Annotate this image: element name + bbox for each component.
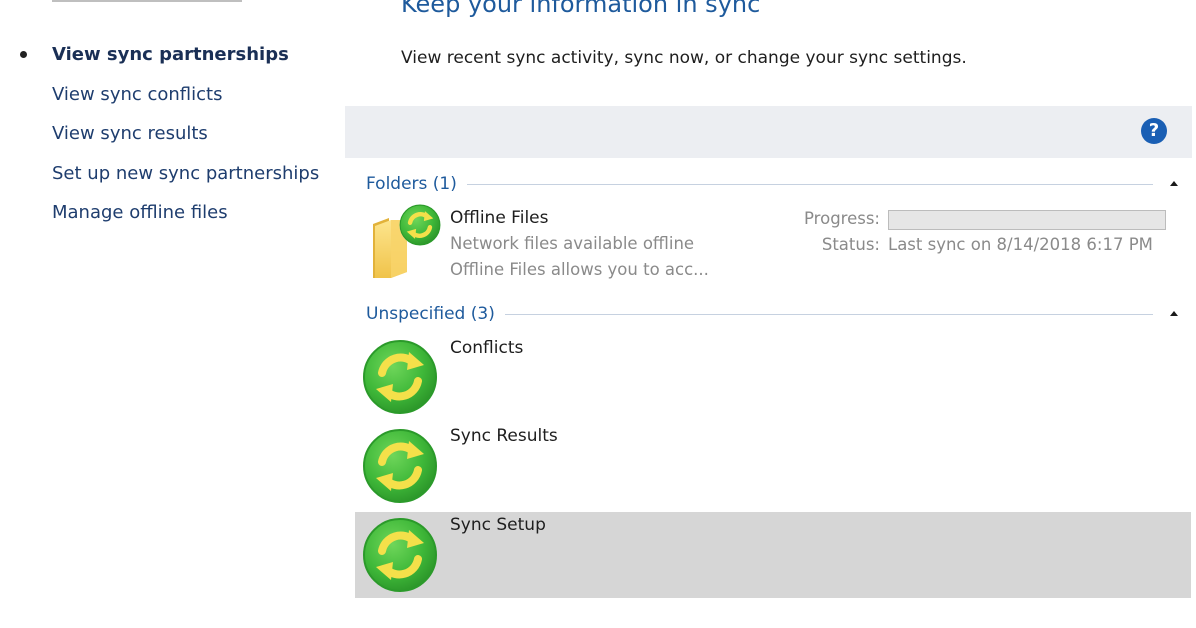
help-icon[interactable]: ? <box>1141 118 1167 144</box>
progress-label: Progress: <box>804 209 880 228</box>
command-bar: ? <box>345 106 1192 158</box>
nav-view-sync-partnerships[interactable]: View sync partnerships <box>0 41 319 81</box>
nav-label: Manage offline files <box>52 202 228 223</box>
active-bullet-icon <box>20 51 27 58</box>
item-description: Network files available offline <box>450 234 695 253</box>
sync-icon <box>362 339 438 415</box>
progress-bar <box>888 210 1166 230</box>
list-item-sync-results[interactable]: Sync Results <box>355 422 1191 508</box>
page-subtitle: View recent sync activity, sync now, or … <box>401 48 967 68</box>
list-item-sync-setup[interactable]: Sync Setup <box>355 512 1191 598</box>
sidebar-header-remnant <box>52 0 242 2</box>
nav-label: View sync conflicts <box>52 83 223 105</box>
page-title: Keep your information in sync <box>401 0 761 18</box>
item-title: Conflicts <box>450 338 524 358</box>
sync-icon <box>362 517 438 593</box>
nav-view-sync-conflicts[interactable]: View sync conflicts <box>0 81 319 121</box>
item-description-secondary: Offline Files allows you to acc... <box>450 260 709 279</box>
group-header-folders[interactable]: Folders (1) <box>366 172 1181 196</box>
list-item-offline-files[interactable]: Offline Files Network files available of… <box>355 202 1191 288</box>
nav-set-up-new-sync-partnerships[interactable]: Set up new sync partnerships <box>0 160 319 200</box>
task-pane: View sync partnerships View sync conflic… <box>0 0 340 628</box>
item-title: Sync Results <box>450 426 558 446</box>
nav-manage-offline-files[interactable]: Manage offline files <box>0 199 319 239</box>
nav-label: Set up new sync partnerships <box>52 162 320 184</box>
status-label: Status: <box>821 235 880 254</box>
group-divider <box>466 183 1153 185</box>
nav-label: View sync results <box>52 123 208 144</box>
group-header-unspecified[interactable]: Unspecified (3) <box>366 302 1181 326</box>
sync-icon <box>362 428 438 504</box>
item-title: Offline Files <box>450 208 549 228</box>
collapse-chevron-up-icon[interactable] <box>1167 307 1181 321</box>
nav-view-sync-results[interactable]: View sync results <box>0 120 319 160</box>
nav-label: View sync partnerships <box>52 44 289 65</box>
sync-overlay-icon <box>399 204 441 246</box>
list-item-conflicts[interactable]: Conflicts <box>355 334 1191 420</box>
group-divider <box>504 313 1153 315</box>
group-label: Unspecified (3) <box>366 304 495 324</box>
collapse-chevron-up-icon[interactable] <box>1167 177 1181 191</box>
item-title: Sync Setup <box>450 515 546 535</box>
group-label: Folders (1) <box>366 174 457 194</box>
status-value: Last sync on 8/14/2018 6:17 PM <box>888 235 1153 254</box>
task-links: View sync partnerships View sync conflic… <box>0 41 319 239</box>
